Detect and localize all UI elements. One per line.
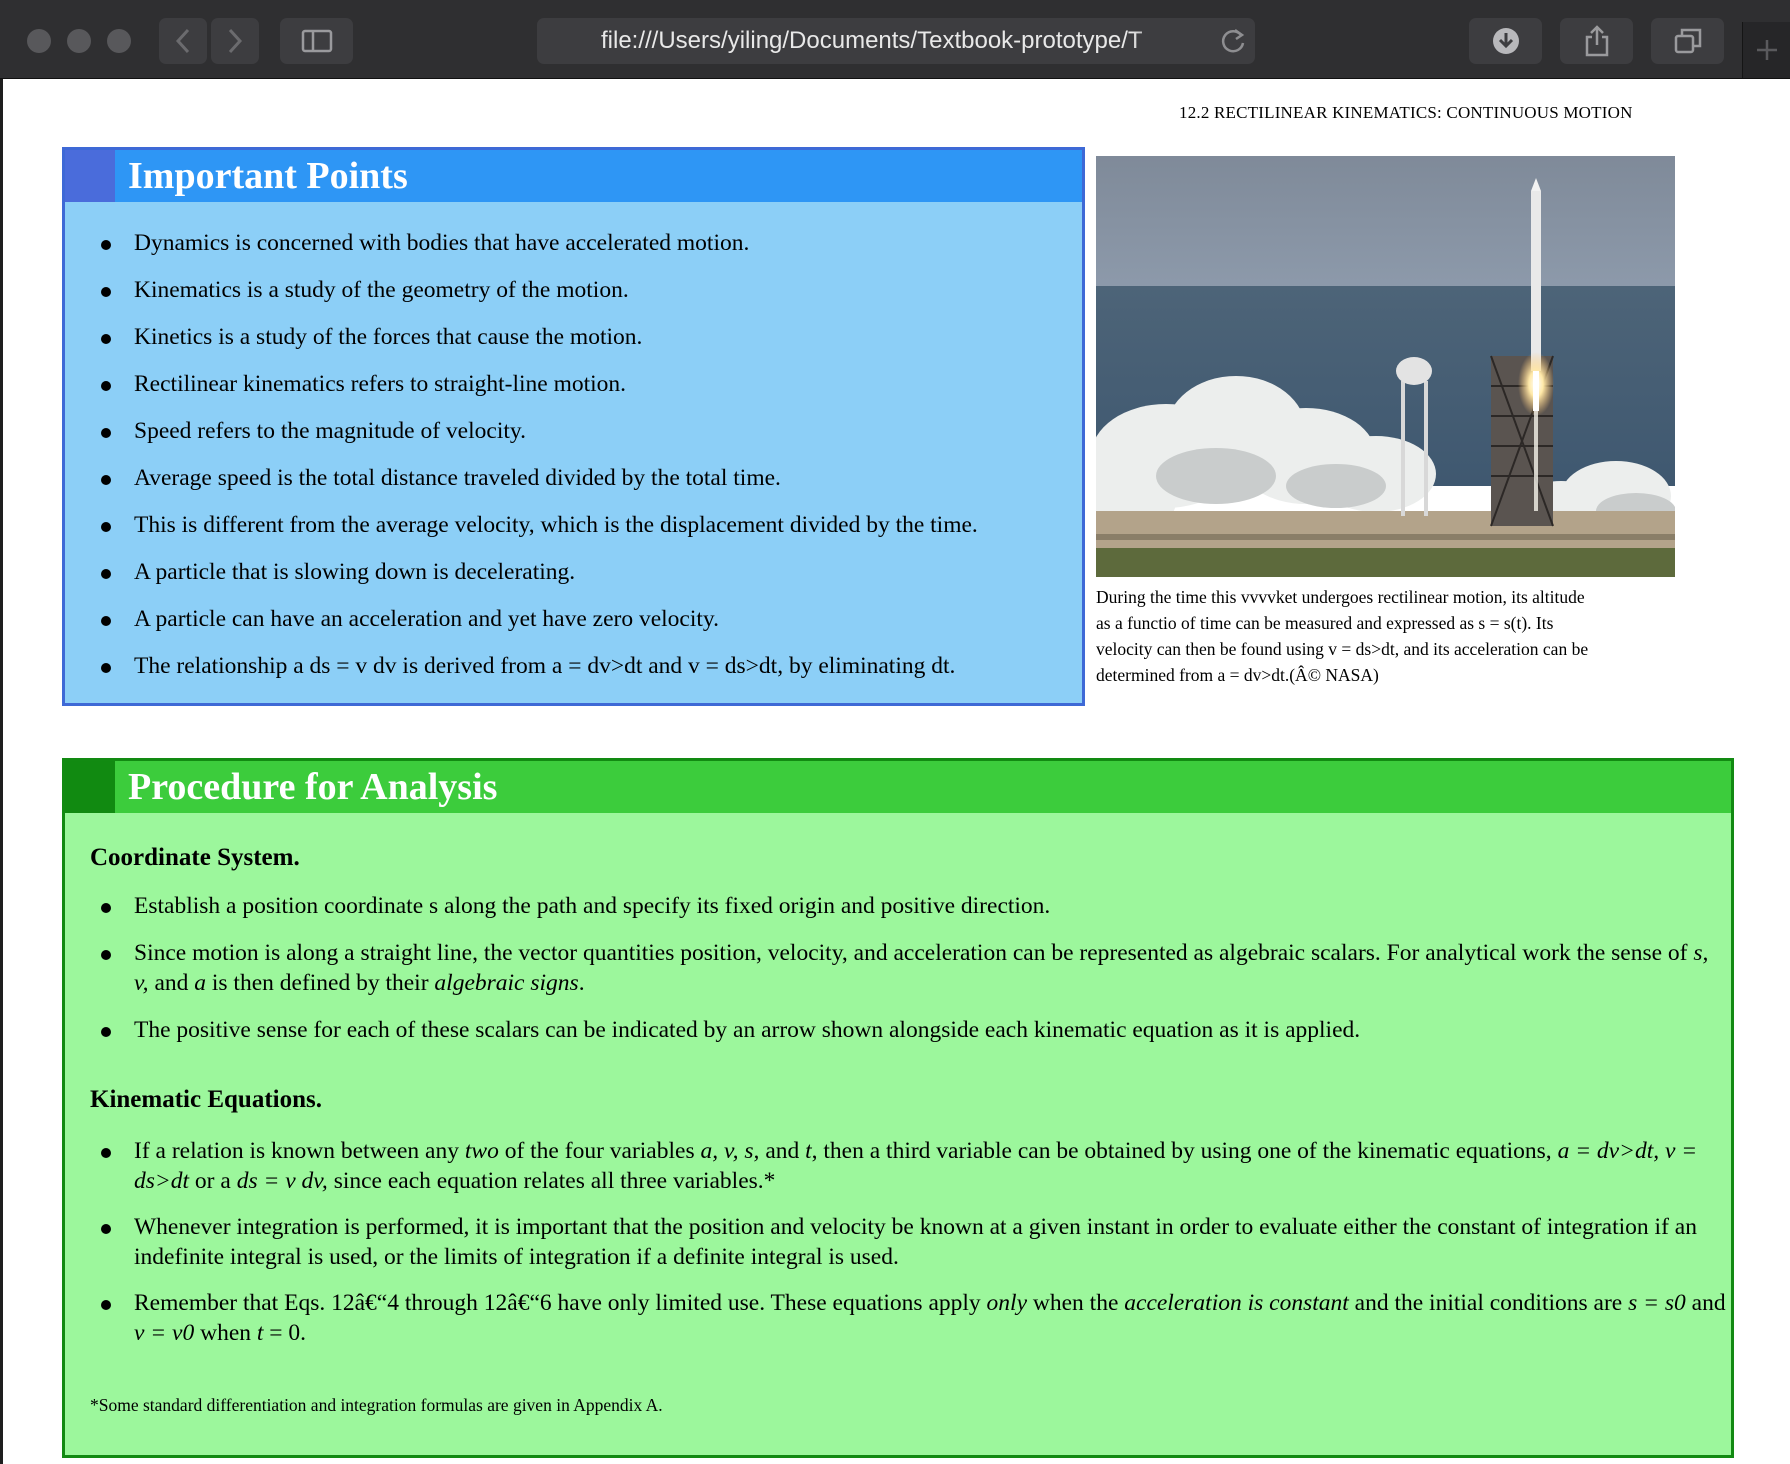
plus-icon bbox=[1757, 40, 1777, 60]
list-item: Average speed is the total distance trav… bbox=[65, 465, 978, 512]
address-bar[interactable]: file:///Users/yiling/Documents/Textbook-… bbox=[537, 18, 1255, 64]
list-item: Whenever integration is performed, it is… bbox=[65, 1212, 1727, 1272]
new-tab-button[interactable] bbox=[1742, 22, 1790, 78]
list-item: Rectilinear kinematics refers to straigh… bbox=[65, 371, 978, 418]
close-window-button[interactable] bbox=[27, 29, 51, 53]
list-item: A particle can have an acceleration and … bbox=[65, 606, 978, 653]
procedure-box: Procedure for Analysis Coordinate System… bbox=[62, 758, 1734, 1458]
list-item: Kinematics is a study of the geometry of… bbox=[65, 277, 978, 324]
browser-toolbar: file:///Users/yiling/Documents/Textbook-… bbox=[0, 0, 1790, 79]
show-tabs-button[interactable] bbox=[1651, 18, 1724, 64]
chevron-left-icon bbox=[175, 28, 190, 54]
zoom-window-button[interactable] bbox=[107, 29, 131, 53]
coordinate-system-list: Establish a position coordinate s along … bbox=[65, 891, 1727, 1045]
page-content: 12.2 RECTILINEAR KINEMATICS: CONTINUOUS … bbox=[3, 79, 1790, 1464]
list-item: Since motion is along a straight line, t… bbox=[65, 938, 1727, 998]
tabs-overview-icon bbox=[1674, 28, 1701, 54]
important-points-title: Important Points bbox=[128, 155, 408, 197]
list-item: Remember that Eqs. 12â€“4 through 12â€“6… bbox=[65, 1288, 1727, 1348]
chevron-right-icon bbox=[228, 28, 243, 54]
procedure-header: Procedure for Analysis bbox=[65, 761, 1731, 813]
important-points-header: Important Points bbox=[65, 150, 1082, 202]
list-item: Establish a position coordinate s along … bbox=[65, 891, 1727, 921]
downloads-button[interactable] bbox=[1469, 18, 1542, 64]
list-item: The positive sense for each of these sca… bbox=[65, 1015, 1727, 1045]
coordinate-system-heading: Coordinate System. bbox=[90, 844, 300, 871]
sidebar-icon bbox=[301, 29, 332, 53]
sidebar-button[interactable] bbox=[280, 18, 353, 64]
list-item: Speed refers to the magnitude of velocit… bbox=[65, 418, 978, 465]
reload-button[interactable] bbox=[1219, 27, 1247, 60]
footnote: *Some standard differentiation and integ… bbox=[90, 1395, 663, 1415]
list-item: Dynamics is concerned with bodies that h… bbox=[65, 230, 978, 277]
rocket-launch-photo bbox=[1096, 156, 1675, 577]
share-button[interactable] bbox=[1560, 18, 1633, 64]
figure-caption: During the time this vvvvket undergoes r… bbox=[1096, 587, 1589, 685]
important-points-list: Dynamics is concerned with bodies that h… bbox=[65, 230, 978, 700]
running-head: 12.2 RECTILINEAR KINEMATICS: CONTINUOUS … bbox=[1179, 103, 1633, 122]
list-item: A particle that is slowing down is decel… bbox=[65, 559, 978, 606]
share-icon bbox=[1585, 25, 1608, 57]
important-points-box: Important Points Dynamics is concerned w… bbox=[62, 147, 1085, 706]
kinematic-equations-list: If a relation is known between any two o… bbox=[65, 1136, 1727, 1348]
list-item: This is different from the average veloc… bbox=[65, 512, 978, 559]
kinematic-equations-heading: Kinematic Equations. bbox=[90, 1086, 322, 1113]
procedure-title: Procedure for Analysis bbox=[128, 766, 498, 808]
list-item: If a relation is known between any two o… bbox=[65, 1136, 1727, 1196]
address-text: file:///Users/yiling/Documents/Textbook-… bbox=[601, 27, 1143, 54]
download-icon bbox=[1492, 28, 1519, 54]
reload-icon bbox=[1221, 28, 1245, 53]
list-item: Kinetics is a study of the forces that c… bbox=[65, 324, 978, 371]
list-item: The relationship a ds = v dv is derived … bbox=[65, 653, 978, 700]
minimize-window-button[interactable] bbox=[67, 29, 91, 53]
back-button[interactable] bbox=[159, 18, 207, 64]
forward-button[interactable] bbox=[211, 18, 259, 64]
